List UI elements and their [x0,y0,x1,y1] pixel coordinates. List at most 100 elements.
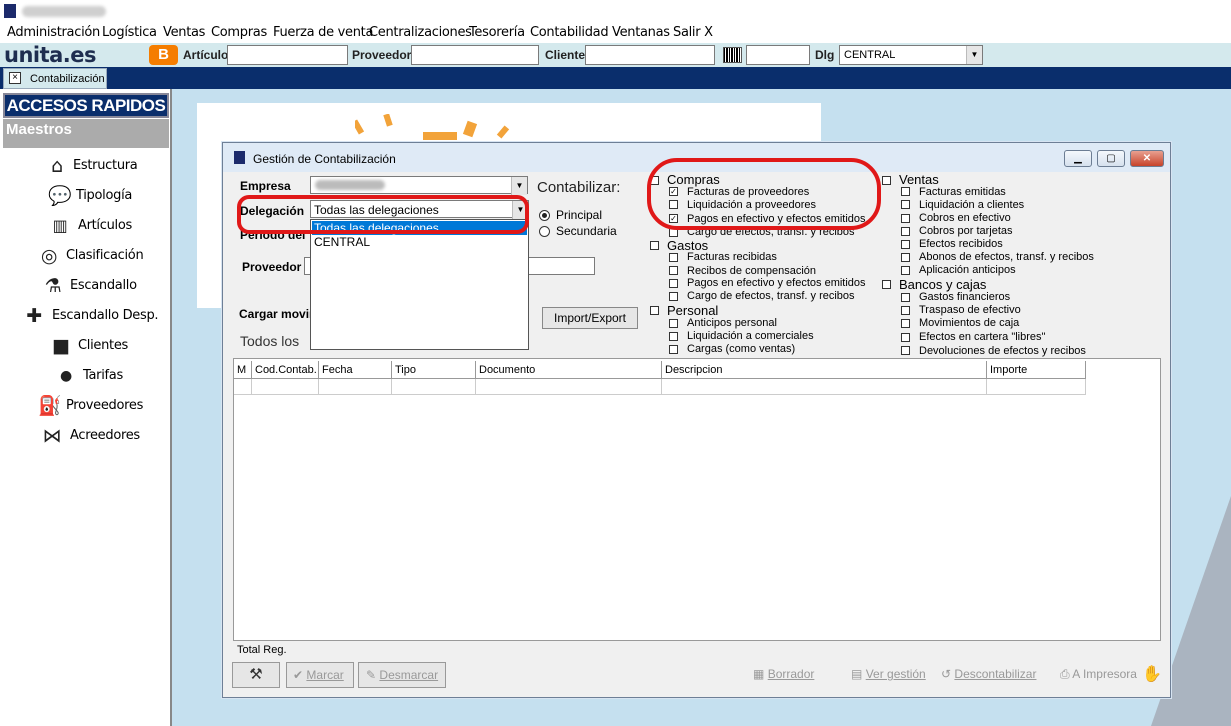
cliente-input[interactable] [585,45,715,65]
chk-aplicacion-anticipos[interactable] [901,266,910,275]
column-header-importe[interactable]: Importe [987,361,1086,379]
sidebar-item-clientes[interactable]: ■ Clientes [0,333,170,359]
column-header-cod-contab[interactable]: Cod.Contab. [252,361,319,379]
ventas-group-checkbox[interactable] [882,176,891,185]
chk-cobros-tarjetas[interactable] [901,227,910,236]
sidebar-item-tipologia[interactable]: 💬 Tipología [0,183,170,209]
maestros-section[interactable]: Maestros [3,119,169,148]
dropdown-option-central[interactable]: CENTRAL [314,235,370,249]
proveedor-name-field[interactable] [528,257,595,275]
proveedor-label: Proveedor [242,260,302,274]
close-icon[interactable]: × [9,72,21,84]
window-title-redacted [22,6,106,17]
option-label: Cargo de efectos, transf. y recibos [687,290,855,302]
descontabilizar-button[interactable]: ↺ Descontabilizar [941,667,1036,681]
menu-administracion[interactable]: Administración [7,25,100,40]
chk-liquidacion-comerciales[interactable] [669,332,678,341]
fuel-pump-icon: ⛽ [38,395,62,417]
chk-cargas-como-ventas[interactable] [669,345,678,354]
sidebar-item-acreedores[interactable]: ⋈ Acreedores [0,423,170,449]
option-label: Liquidación a comerciales [687,330,814,342]
menu-fuerza-de-venta[interactable]: Fuerza de venta [273,25,373,40]
chk-anticipos-personal[interactable] [669,319,678,328]
sidebar-item-escandallo[interactable]: ⚗ Escandallo [0,273,170,299]
table-cell[interactable] [662,379,987,395]
menu-ventanas[interactable]: Ventanas [612,25,670,40]
chk-devoluciones-efectos[interactable] [901,346,910,355]
chk-efectos-cartera[interactable] [901,333,910,342]
todos-label: Todos los [240,333,300,349]
sidebar-item-escandallo-desp[interactable]: ✚ Escandallo Desp. [0,303,170,329]
chk-cobros-efectivo[interactable] [901,214,910,223]
table-cell[interactable] [392,379,476,395]
chk-movimientos-caja[interactable] [901,319,910,328]
barcode-icon[interactable] [723,47,742,63]
chevron-down-icon[interactable]: ▼ [966,46,982,64]
desmarcar-button[interactable]: ✎ Desmarcar [358,662,446,688]
sun-rays-decoration [355,114,510,140]
table-cell[interactable] [987,379,1086,395]
bancos-group-checkbox[interactable] [882,280,891,289]
close-button[interactable]: ✕ [1130,150,1164,167]
table-cell[interactable] [252,379,319,395]
chk-recibos-compensacion[interactable] [669,266,678,275]
wrench-icon: ⚒ [249,666,263,683]
sidebar-item-estructura[interactable]: ⌂ Estructura [0,153,170,179]
table-cell[interactable] [234,379,252,395]
empresa-select[interactable]: ▼ [310,176,528,195]
menu-salir[interactable]: Salir X [673,25,713,40]
exit-door-icon[interactable]: ✋ [1142,664,1162,684]
barcode-input[interactable] [746,45,810,65]
column-header-descripcion[interactable]: Descripcion [662,361,987,379]
table-cell[interactable] [319,379,392,395]
sidebar-item-articulos[interactable]: ▥ Artículos [0,213,170,239]
table-cell[interactable] [476,379,662,395]
blogger-icon[interactable]: B [149,45,178,65]
sidebar-item-tarifas[interactable]: ● Tarifas [0,363,170,389]
sidebar-item-clasificacion[interactable]: ◎ Clasificación [0,243,170,269]
chk-facturas-emitidas[interactable] [901,187,910,196]
marcar-button[interactable]: ✔ Marcar [286,662,354,688]
radio-principal[interactable] [539,210,550,221]
menu-centralizaciones[interactable]: Centralizaciones [369,25,472,40]
import-export-button[interactable]: Import/Export [542,307,638,329]
column-header-m[interactable]: M [234,361,252,379]
delegacion-dropdown-list: Todas las delegaciones CENTRAL [310,219,529,350]
dialog-title: Gestión de Contabilización [253,152,396,166]
column-header-tipo[interactable]: Tipo [392,361,476,379]
minimize-button[interactable]: ▁ [1064,150,1092,167]
column-header-fecha[interactable]: Fecha [319,361,392,379]
proveedor-input[interactable] [411,45,539,65]
chk-abonos-efectos[interactable] [901,253,910,262]
chk-pagos-efectivo-gastos[interactable] [669,279,678,288]
column-header-documento[interactable]: Documento [476,361,662,379]
chk-liquidacion-clientes[interactable] [901,200,910,209]
sidebar-item-label: Tipología [76,188,133,203]
tab-contabilizacion[interactable]: × Contabilización [3,68,107,89]
chk-traspaso-efectivo[interactable] [901,306,910,315]
sidebar-item-proveedores[interactable]: ⛽ Proveedores [0,393,170,419]
puzzle-icon: ✚ [26,305,42,327]
chevron-down-icon[interactable]: ▼ [511,177,527,195]
impresora-button[interactable]: ⎙ A Impresora [1060,667,1137,682]
chk-efectos-recibidos[interactable] [901,240,910,249]
menu-compras[interactable]: Compras [211,25,267,40]
articulo-input[interactable] [227,45,348,65]
personal-group-checkbox[interactable] [650,306,659,315]
radio-secundaria[interactable] [539,226,550,237]
menu-ventas[interactable]: Ventas [163,25,205,40]
articulo-label: Artículo [183,48,229,62]
chk-gastos-financieros[interactable] [901,293,910,302]
dlg-select[interactable]: CENTRAL ▼ [839,45,983,65]
chk-facturas-recibidas[interactable] [669,253,678,262]
borrador-button[interactable]: ▦ Borrador [753,667,814,681]
menu-contabilidad[interactable]: Contabilidad [530,25,609,40]
menu-tesoreria[interactable]: Tesorería [469,25,525,40]
gastos-group-checkbox[interactable] [650,241,659,250]
movimientos-table[interactable]: M Cod.Contab. Fecha Tipo Documento Descr… [233,358,1161,641]
maximize-button[interactable]: ▢ [1097,150,1125,167]
menu-logistica[interactable]: Logística [102,25,157,40]
ver-gestion-button[interactable]: ▤ Ver gestión [851,667,926,681]
tools-button[interactable]: ⚒ [232,662,280,688]
chk-cargo-efectos-gastos[interactable] [669,292,678,301]
